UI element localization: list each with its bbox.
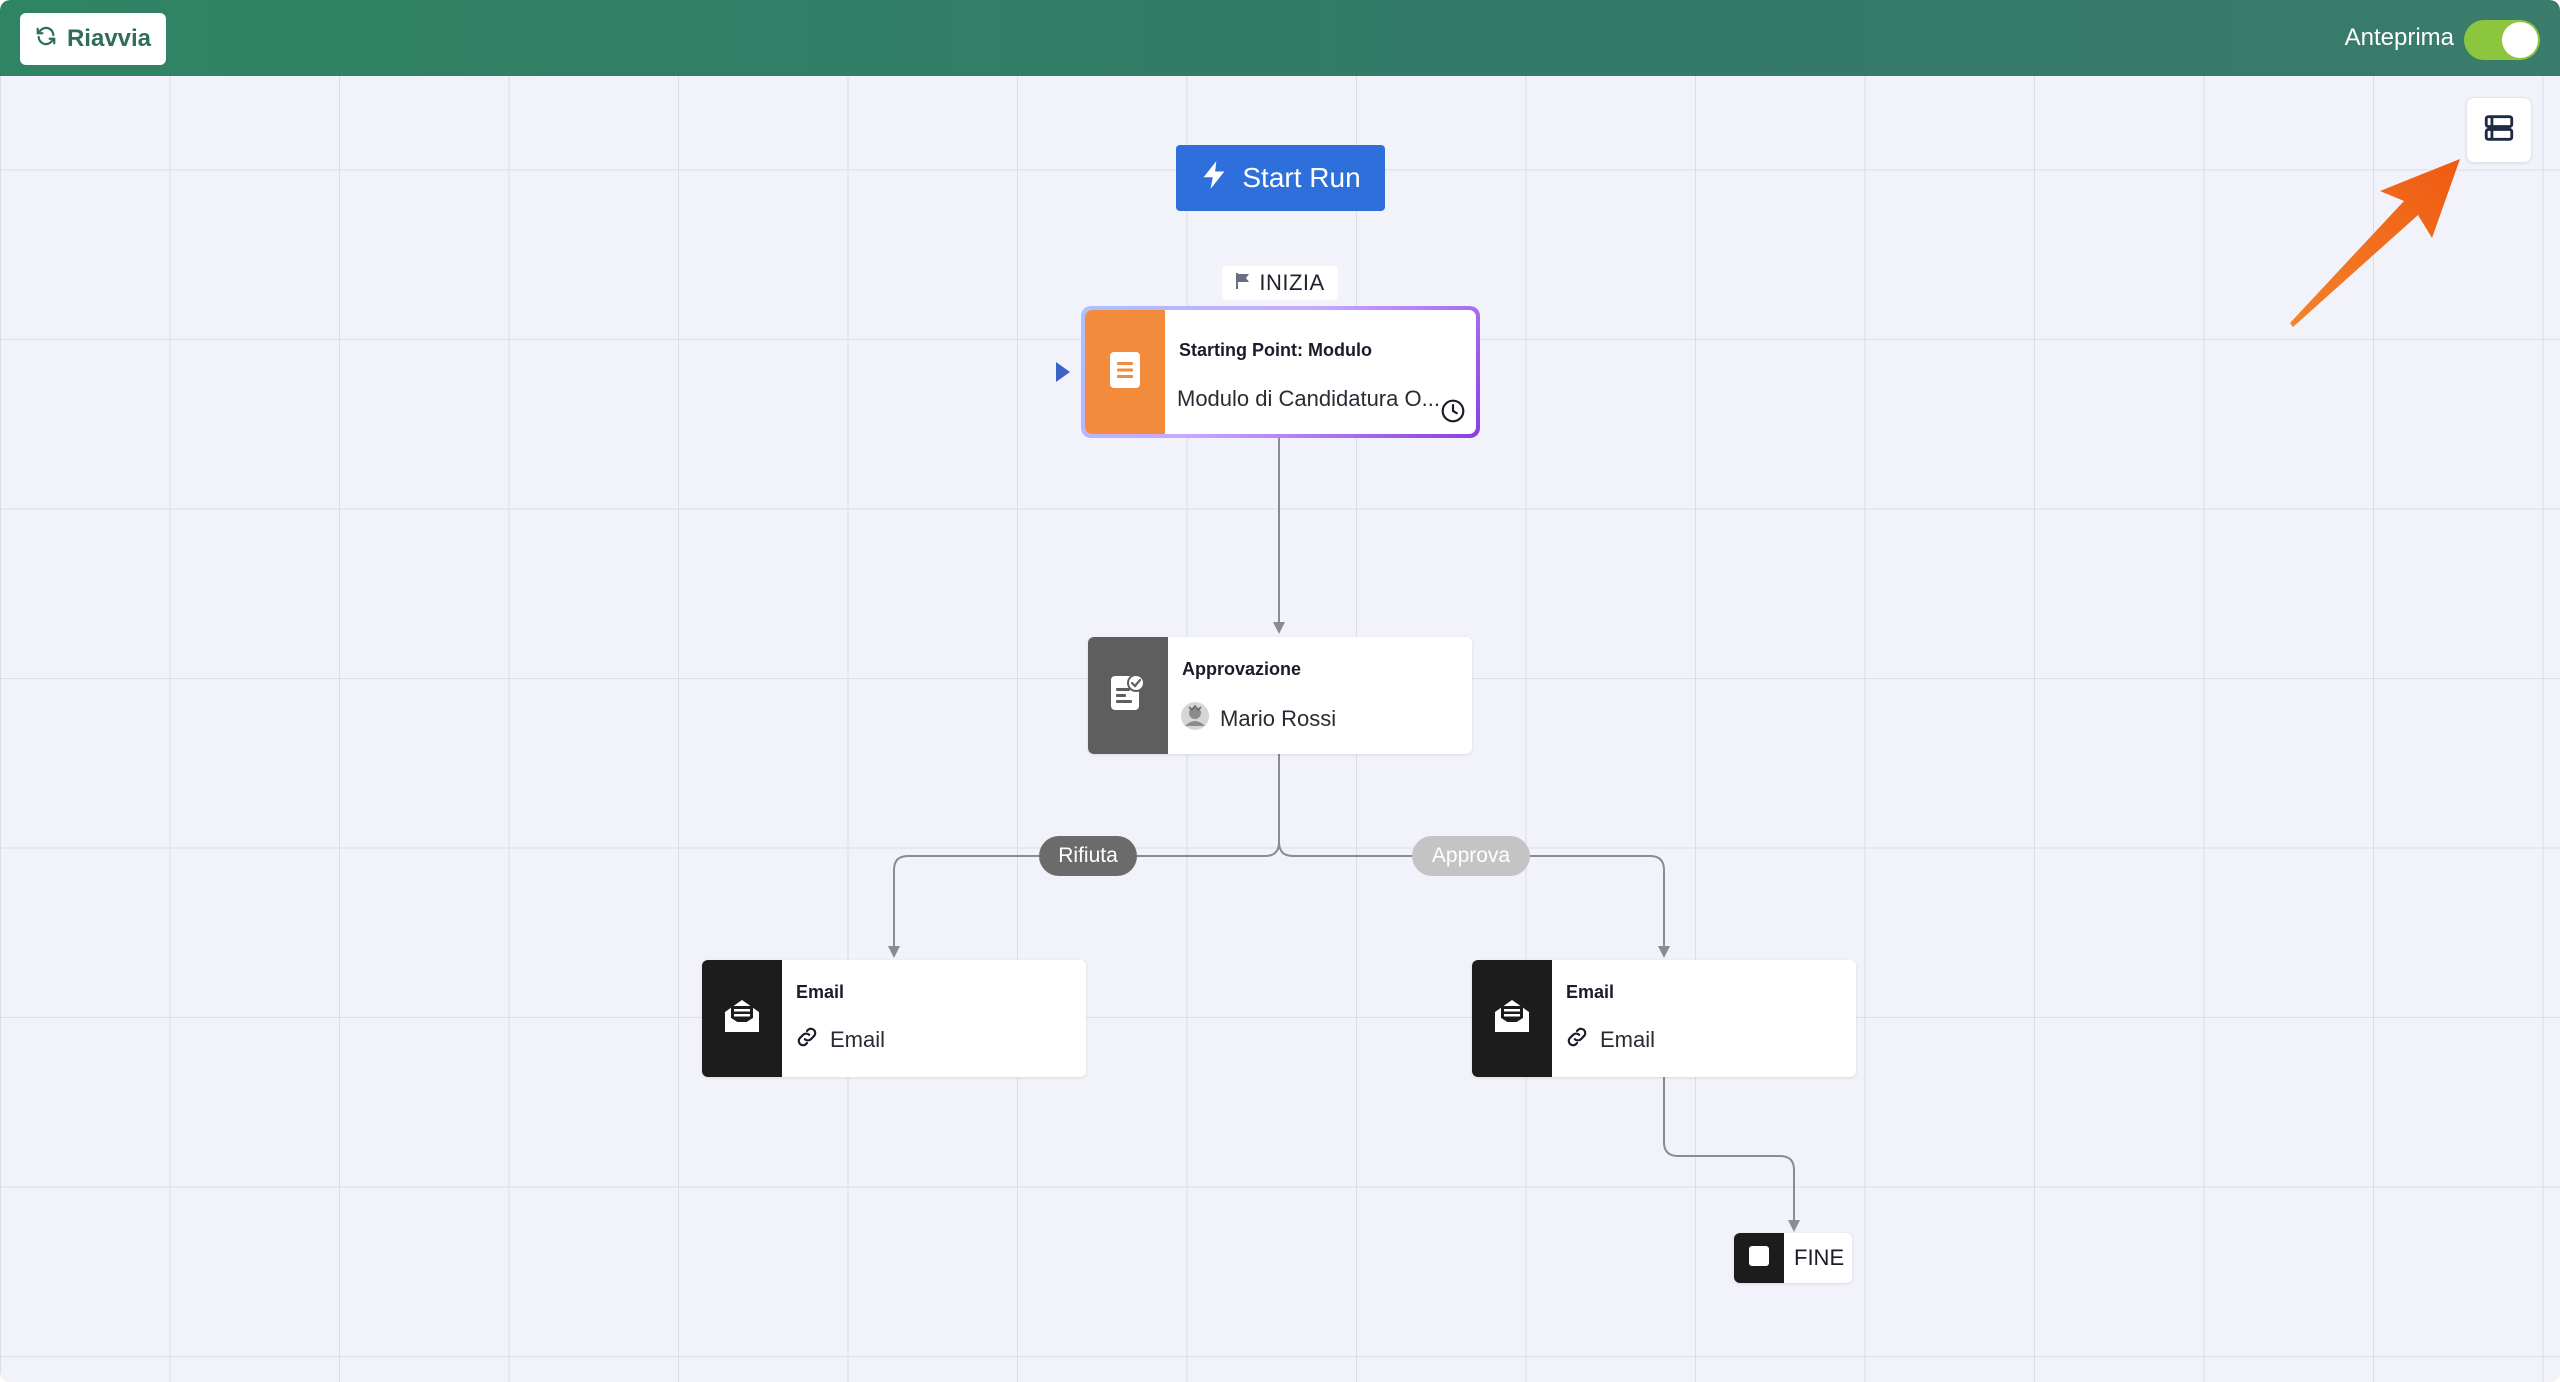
- end-node-label: FINE: [1794, 1245, 1845, 1270]
- link-icon: [1564, 1024, 1590, 1056]
- link-icon: [794, 1024, 820, 1056]
- start-node-body: Starting Point: Modulo Modulo di Candida…: [1165, 310, 1476, 434]
- approval-node[interactable]: Approvazione Mario Rossi: [1088, 637, 1472, 754]
- end-node-side: [1734, 1233, 1784, 1283]
- email-node-subtitle: Email: [794, 1024, 885, 1056]
- assignee-name: Mario Rossi: [1220, 706, 1337, 731]
- layout-panel-icon: [2482, 111, 2516, 150]
- flag-icon: [1235, 270, 1251, 296]
- email-node-side: [702, 960, 782, 1077]
- approve-branch-label[interactable]: Approva: [1412, 836, 1530, 876]
- end-node[interactable]: FINE: [1734, 1233, 1852, 1283]
- start-tag: INIZIA: [1222, 266, 1338, 300]
- lightning-icon: [1200, 160, 1228, 197]
- email-node-body: Email Email: [782, 960, 1086, 1077]
- approval-node-body: Approvazione Mario Rossi: [1168, 637, 1472, 754]
- play-marker-icon: [1056, 362, 1070, 382]
- email-icon: [1492, 996, 1532, 1041]
- start-node-side: [1085, 310, 1165, 434]
- edge-email-end: [1663, 1077, 1800, 1232]
- stop-icon: [1748, 1245, 1770, 1272]
- email-node-approve[interactable]: Email Email: [1472, 960, 1856, 1077]
- approval-assignee: Mario Rossi: [1180, 701, 1336, 737]
- email-node-side: [1472, 960, 1552, 1077]
- start-node-title: Starting Point: Modulo: [1179, 340, 1372, 360]
- start-node-subtitle: Modulo di Candidatura O...: [1177, 386, 1440, 411]
- app-window: Riavvia Anteprima Start Run INIZIA Start…: [0, 0, 2560, 1382]
- start-run-button[interactable]: Start Run: [1176, 145, 1385, 211]
- start-tag-label: INIZIA: [1259, 270, 1325, 295]
- email-node-title: Email: [1566, 982, 1615, 1002]
- email-node-reject[interactable]: Email Email: [702, 960, 1086, 1077]
- approval-icon: [1110, 673, 1146, 718]
- email-node-subtitle: Email: [1564, 1024, 1655, 1056]
- reject-branch-label[interactable]: Rifiuta: [1039, 836, 1137, 876]
- callout-arrow-icon: [2290, 159, 2460, 327]
- email-node-body: Email Email: [1552, 960, 1856, 1077]
- approval-node-side: [1088, 637, 1168, 754]
- start-node[interactable]: Starting Point: Modulo Modulo di Candida…: [1085, 310, 1476, 434]
- email-node-title: Email: [796, 982, 845, 1002]
- start-node-highlight: Starting Point: Modulo Modulo di Candida…: [1081, 306, 1480, 438]
- start-run-label: Start Run: [1242, 162, 1361, 193]
- panel-toggle-button[interactable]: [2466, 97, 2532, 163]
- approval-node-title: Approvazione: [1182, 659, 1302, 679]
- avatar: [1180, 701, 1210, 737]
- clock-icon[interactable]: [1440, 398, 1466, 429]
- email-icon: [722, 996, 762, 1041]
- form-icon: [1109, 351, 1141, 394]
